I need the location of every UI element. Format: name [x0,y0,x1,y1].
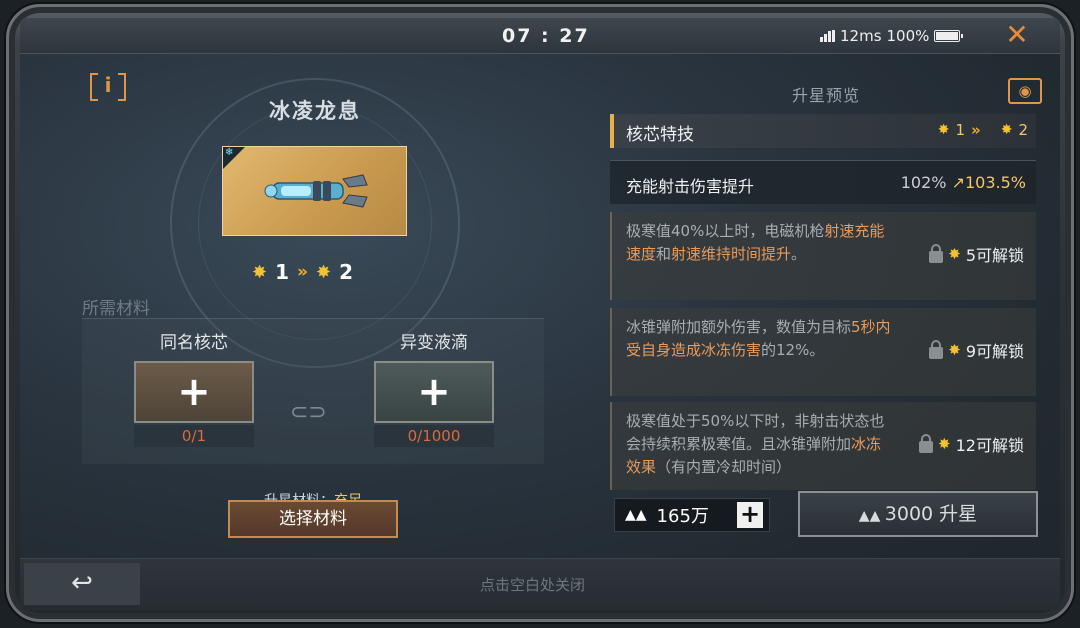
effect-row: 充能射击伤害提升 102% ↗103.5% [610,160,1036,204]
back-icon[interactable]: ↩ [24,563,140,605]
info-button[interactable]: i [90,70,126,101]
unlock-text: 5可解锁 [965,246,1024,265]
material-label: 异变液滴 [400,333,468,353]
star-icon: ✸ [316,261,332,283]
core-star-change: ✸ 1 » ✸ 2 [938,121,1028,139]
locked-skill: 极寒值处于50%以下时，非射击状态也会持续积累极寒值。且冰锥弹附加冰冻效果（有内… [610,402,1036,490]
unlock-requirement: ✸ 12可解锁 [919,432,1024,456]
close-icon[interactable]: ✕ [1002,20,1032,50]
core-star-from: 1 [955,121,966,139]
effect-values: 102% ↗103.5% [901,173,1026,192]
add-material-button[interactable]: + [134,361,254,423]
weapon-core-icon [264,174,368,208]
signal-icon [820,30,835,42]
skill-description: 极寒值40%以上时，电磁机枪射速充能速度和射速维持时间提升。 [626,220,896,292]
star-level-change: ✸ 1 » ✸ 2 [252,260,353,284]
arrow-up-right-icon: ↗ [951,173,965,192]
core-star-to: 2 [1018,121,1028,139]
core-skill-label: 核芯特技 [626,125,694,145]
lock-icon [919,433,934,453]
upgrade-button-label: 3000 升星 [884,503,978,525]
skill-text: 冰锥弹附加额外伤害，数值为目标 [626,318,852,336]
star-icon: ✸ [938,435,951,453]
status-bar: 07 : 27 12ms 100% ✕ [20,18,1060,54]
effect-from: 102% [900,173,947,192]
frost-icon: ❄ [225,147,234,158]
material-count: 0/1 [134,425,254,447]
skill-description: 冰锥弹附加额外伤害，数值为目标5秒内受自身造成冰冻伤害的12%。 [626,316,896,388]
effect-label: 充能射击伤害提升 [626,177,755,196]
skill-highlight-text: 射速维持时间提升 [671,245,792,263]
material-slot-droplet: 异变液滴 + 0/1000 [374,328,494,447]
effect-to: 103.5% [964,173,1026,192]
skill-text: 极寒值40%以上时，电磁机枪 [626,222,825,240]
ping-text: 12ms [840,27,882,45]
locked-skill: 极寒值40%以上时，电磁机枪射速充能速度和射速维持时间提升。 ✸ 5可解锁 [610,212,1036,300]
item-name: 冰凌龙息 [269,99,361,123]
close-hint[interactable]: 点击空白处关闭 [480,574,585,595]
skill-text: （有内置冷却时间） [656,458,792,476]
star-upgrade-panel: 07 : 27 12ms 100% ✕ i 冰凌龙息 ❄ ✸ 1 » ✸ 2 所… [20,18,1060,610]
select-materials-button[interactable]: 选择材料 [228,500,398,538]
unlock-requirement: ✸ 5可解锁 [929,242,1024,266]
link-icon: ⊂⊃ [290,400,327,425]
core-skill-header: 核芯特技 ✸ 1 » ✸ 2 [610,114,1036,148]
skill-text: 极寒值 [626,412,672,430]
star-icon: ✸ [1000,122,1013,138]
material-slot-core: 同名核芯 + 0/1 [134,328,254,447]
battery-icon [934,30,964,42]
unlock-requirement: ✸ 9可解锁 [929,338,1024,362]
network-status: 12ms 100% [820,27,964,45]
arrow-right-icon: » [297,262,308,282]
star-to: 2 [339,260,354,284]
lock-icon [929,339,944,359]
item-card: ❄ [222,146,407,236]
unlock-text: 12可解锁 [955,436,1024,455]
add-currency-button[interactable]: + [737,502,763,528]
unlock-text: 9可解锁 [965,342,1024,361]
plus-icon: + [417,369,451,415]
star-icon: ✸ [937,122,950,138]
star-icon: ✸ [948,245,961,263]
star-icon: ✸ [252,261,268,283]
skill-text: 。 [791,245,807,263]
skill-text: 的12%。 [761,341,825,359]
currency-amount: 165万 [656,506,709,527]
arrow-right-icon: » [971,121,981,139]
eye-icon[interactable]: ◉ [1008,78,1042,104]
star-from: 1 [275,260,290,284]
plus-icon: + [177,369,211,415]
upgrade-star-button[interactable]: ▲▲ 3000 升星 [798,491,1038,537]
preview-title: 升星预览 [792,86,861,105]
skill-description: 极寒值处于50%以下时，非射击状态也会持续积累极寒值。且冰锥弹附加冰冻效果（有内… [626,410,896,482]
locked-skill: 冰锥弹附加额外伤害，数值为目标5秒内受自身造成冰冻伤害的12%。 ✸ 9可解锁 [610,308,1036,396]
star-icon: ✸ [948,341,961,359]
battery-text: 100% [886,27,930,45]
lock-icon [929,243,944,263]
material-count: 0/1000 [374,425,494,447]
currency-icon: ▲▲ [858,508,885,524]
bottom-bar: ↩ 点击空白处关闭 [20,558,1060,610]
materials-title: 所需材料 [82,299,150,319]
currency-icon: ▲▲ [625,507,647,523]
skill-text: 和 [656,245,672,263]
currency-display: ▲▲ 165万 + [614,498,770,532]
clock: 07 : 27 [502,25,590,47]
add-material-button[interactable]: + [374,361,494,423]
material-label: 同名核芯 [160,333,228,353]
